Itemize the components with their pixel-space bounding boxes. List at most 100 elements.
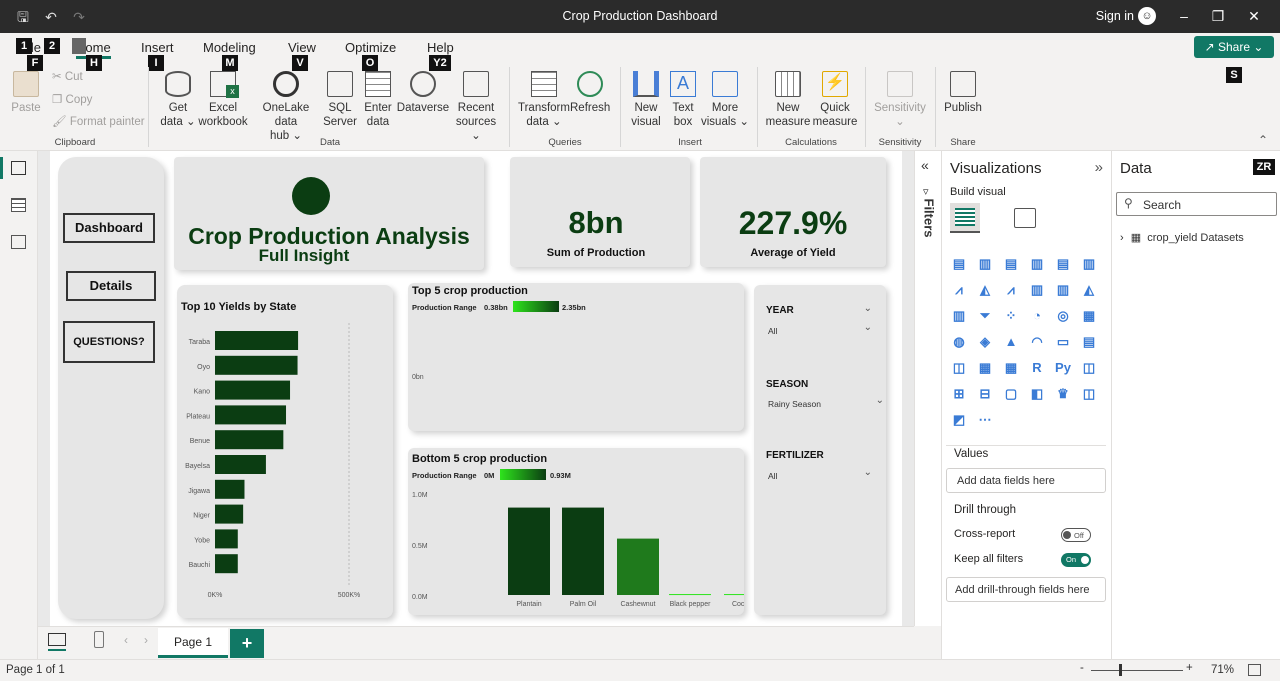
new-visual-button[interactable]: New visual — [626, 71, 666, 129]
more-visuals-button[interactable]: More visuals ⌄ — [700, 71, 750, 129]
prev-page-icon[interactable]: ‹ — [124, 633, 128, 647]
visual-type-icon[interactable]: ◫ — [950, 359, 968, 377]
visual-type-icon[interactable]: ▤ — [950, 255, 968, 273]
refresh-button[interactable]: Refresh — [570, 71, 610, 115]
double-chevron-left-icon[interactable]: « — [921, 157, 929, 173]
publish-button[interactable]: Publish — [942, 71, 984, 115]
visual-type-icon[interactable]: ⩘ — [950, 281, 968, 299]
data-search-input[interactable]: ⚲ Search — [1116, 192, 1277, 216]
format-visual-icon[interactable] — [1014, 208, 1036, 228]
cut-button[interactable]: ✂ Cut — [52, 70, 83, 84]
sign-in-link[interactable]: Sign in — [1096, 9, 1134, 23]
add-page-button[interactable]: + — [230, 629, 264, 658]
double-chevron-right-icon[interactable]: » — [1095, 159, 1103, 176]
chevron-down-icon[interactable]: ⌄ — [876, 395, 884, 406]
tab-help[interactable]: Help — [427, 40, 454, 55]
share-button[interactable]: ↗ Share ⌄ — [1194, 36, 1274, 58]
visual-type-icon[interactable]: ◭ — [976, 281, 994, 299]
sql-server-button[interactable]: SQL Server — [322, 71, 358, 129]
zoom-slider[interactable] — [1091, 670, 1183, 671]
minimize-icon[interactable]: – — [1174, 7, 1194, 25]
visual-type-icon[interactable]: ▤ — [1054, 255, 1072, 273]
format-painter-button[interactable]: 🖌 Format painter — [52, 115, 145, 129]
visual-type-icon[interactable]: ⊟ — [976, 385, 994, 403]
bottom5-production-card[interactable]: Bottom 5 crop production Production Rang… — [408, 448, 744, 615]
visual-type-icon[interactable]: ▥ — [976, 255, 994, 273]
top5-production-card[interactable]: Top 5 crop production Production Range 0… — [408, 283, 744, 431]
fit-to-page-icon[interactable] — [1248, 664, 1261, 676]
recent-sources-button[interactable]: Recent sources ⌄ — [450, 71, 502, 143]
visual-type-icon[interactable]: ▤ — [1002, 255, 1020, 273]
visual-type-icon[interactable]: ▤ — [1080, 333, 1098, 351]
top10-yields-card[interactable]: Top 10 Yields by State Taraba Oyo Kano Plat… — [177, 285, 393, 618]
next-page-icon[interactable]: › — [144, 633, 148, 647]
model-view-icon[interactable] — [11, 235, 26, 249]
chevron-down-icon[interactable]: ⌄ — [864, 467, 872, 478]
table-view-icon[interactable] — [11, 198, 26, 212]
enter-data-button[interactable]: Enter data — [360, 71, 396, 129]
visual-type-icon[interactable]: ◫ — [1080, 359, 1098, 377]
visual-type-icon[interactable]: ◔ — [1028, 307, 1046, 325]
visual-type-icon[interactable]: ⩘ — [1002, 281, 1020, 299]
tab-modeling[interactable]: Modeling — [203, 40, 256, 55]
filters-pane-collapsed[interactable]: « ▿ Filters — [914, 151, 941, 626]
year-slicer-value[interactable]: All — [768, 326, 777, 336]
visual-type-icon[interactable]: ⊞ — [950, 385, 968, 403]
tab-optimize[interactable]: Optimize — [345, 40, 396, 55]
mobile-layout-icon[interactable] — [94, 631, 104, 648]
visual-type-icon[interactable]: ◧ — [1028, 385, 1046, 403]
zoom-in-button[interactable]: + — [1186, 662, 1193, 674]
visual-type-icon[interactable]: ◭ — [1080, 281, 1098, 299]
questions-button[interactable]: QUESTIONS? — [63, 321, 155, 363]
visual-type-icon[interactable]: ◈ — [976, 333, 994, 351]
visual-type-icon[interactable]: ◫ — [1080, 385, 1098, 403]
transform-data-button[interactable]: Transform data ⌄ — [518, 71, 570, 129]
visual-type-icon[interactable]: ▥ — [1028, 255, 1046, 273]
dashboard-button[interactable]: Dashboard — [63, 213, 155, 243]
visual-type-icon[interactable]: ▥ — [1028, 281, 1046, 299]
chevron-down-icon[interactable]: ⌄ — [864, 322, 872, 333]
visual-type-icon[interactable]: ⁘ — [1002, 307, 1020, 325]
new-measure-button[interactable]: New measure — [764, 71, 812, 129]
visual-type-icon[interactable]: ▥ — [950, 307, 968, 325]
drill-through-drop-zone[interactable]: Add drill-through fields here — [946, 577, 1106, 602]
avatar-icon[interactable]: ☺ — [1138, 7, 1156, 25]
sensitivity-button[interactable]: Sensitivity ⌄ — [870, 71, 930, 129]
restore-icon[interactable]: ❐ — [1208, 7, 1228, 25]
visual-type-icon[interactable]: ▭ — [1054, 333, 1072, 351]
copy-button[interactable]: ❐ Copy — [52, 93, 92, 107]
collapse-ribbon-icon[interactable]: ⌃ — [1258, 133, 1268, 147]
text-box-button[interactable]: A Text box — [666, 71, 700, 129]
fertilizer-slicer-value[interactable]: All — [768, 471, 777, 481]
build-visual-tab[interactable] — [950, 203, 980, 233]
page-tab-1[interactable]: Page 1 — [158, 628, 228, 658]
visual-type-icon[interactable]: ♛ — [1054, 385, 1072, 403]
visual-type-icon[interactable]: ◍ — [950, 333, 968, 351]
visual-type-icon[interactable]: ▦ — [976, 359, 994, 377]
visual-type-icon[interactable]: ◠ — [1028, 333, 1046, 351]
close-icon[interactable]: ✕ — [1244, 7, 1264, 25]
visual-type-icon[interactable]: Py — [1054, 359, 1072, 377]
get-data-button[interactable]: Get data ⌄ — [156, 71, 200, 129]
details-button[interactable]: Details — [66, 271, 156, 301]
onelake-button[interactable]: OneLake data hub ⌄ — [251, 71, 321, 143]
excel-workbook-button[interactable]: x Excel workbook — [196, 71, 250, 129]
dataset-tree-item[interactable]: › ▦ crop_yield Datasets — [1120, 231, 1244, 244]
dataverse-button[interactable]: Dataverse — [396, 71, 450, 115]
zoom-slider-thumb[interactable] — [1119, 664, 1122, 676]
paste-button[interactable]: Paste — [10, 71, 42, 115]
visual-type-icon[interactable]: ▦ — [1002, 359, 1020, 377]
report-view-icon[interactable] — [11, 161, 26, 175]
quick-measure-button[interactable]: ⚡ Quick measure — [812, 71, 858, 129]
season-slicer-value[interactable]: Rainy Season — [768, 399, 821, 409]
visual-type-icon[interactable]: ⏷ — [976, 307, 994, 325]
visual-type-icon[interactable]: ▦ — [1080, 307, 1098, 325]
visual-type-icon[interactable]: ▥ — [1054, 281, 1072, 299]
tab-view[interactable]: View — [288, 40, 316, 55]
zoom-out-button[interactable]: - — [1080, 662, 1084, 674]
visual-type-icon[interactable]: ⋯ — [976, 411, 994, 429]
visual-type-icon[interactable]: ◩ — [950, 411, 968, 429]
visual-type-icon[interactable]: ▢ — [1002, 385, 1020, 403]
visual-type-icon[interactable]: ▥ — [1080, 255, 1098, 273]
tab-insert[interactable]: Insert — [141, 40, 174, 55]
